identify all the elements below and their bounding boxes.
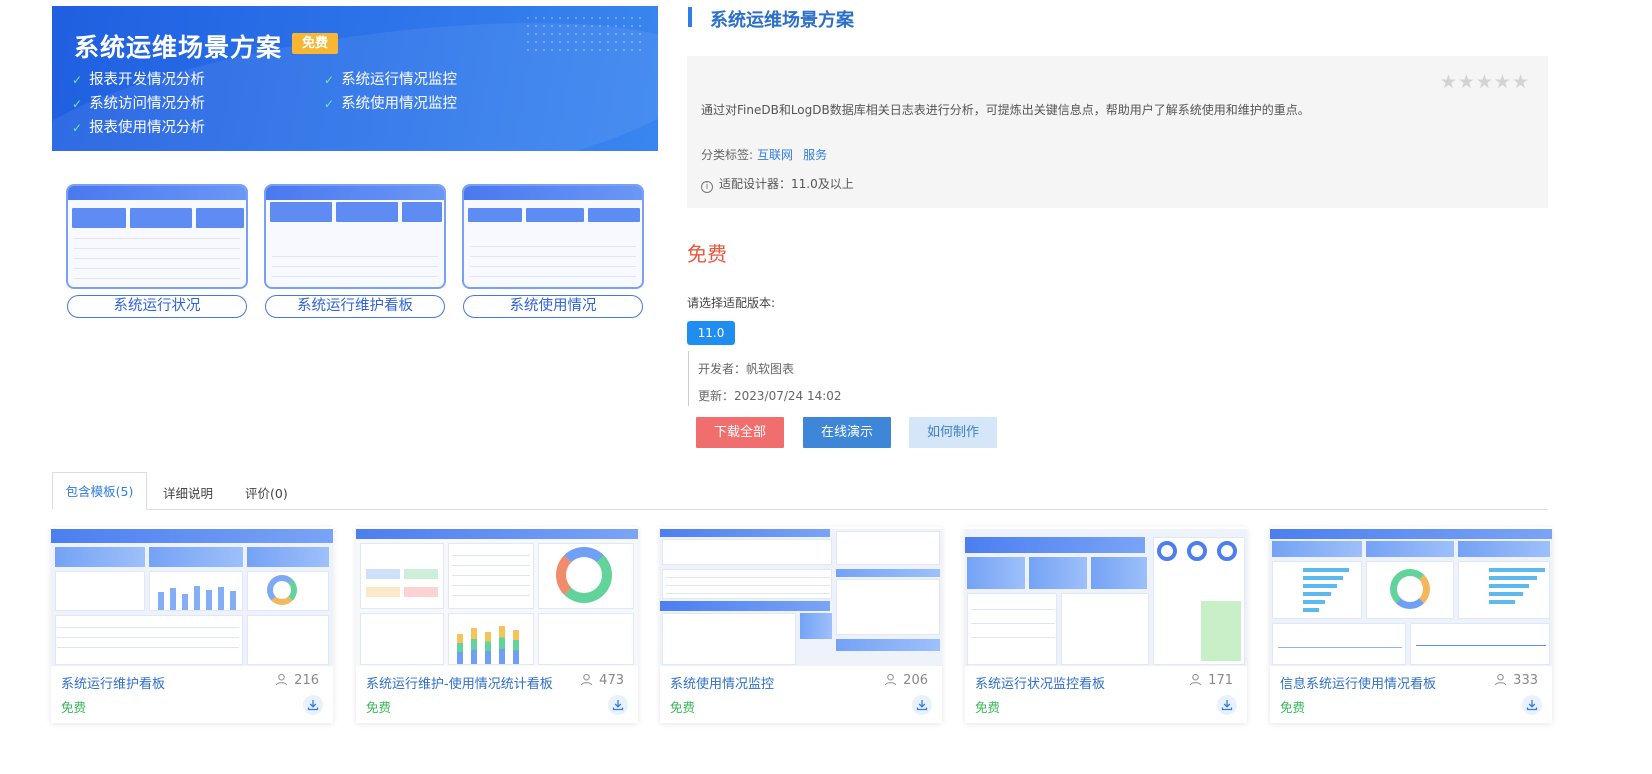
download-icon[interactable] bbox=[1522, 695, 1542, 715]
template-name[interactable]: 系统使用情况监控 bbox=[670, 673, 774, 692]
tab-reviews[interactable]: 评价(0) bbox=[245, 483, 288, 502]
compat-info: i 适配设计器：11.0及以上 bbox=[701, 175, 854, 193]
online-demo-button[interactable]: 在线演示 bbox=[803, 417, 891, 448]
hero-feature: ✓ 系统使用情况监控 bbox=[324, 96, 458, 112]
tags-label: 分类标签: bbox=[701, 148, 754, 162]
check-icon: ✓ bbox=[72, 121, 83, 135]
price: 免费 bbox=[687, 242, 727, 266]
template-price: 免费 bbox=[61, 700, 87, 715]
template-price: 免费 bbox=[1280, 700, 1306, 715]
preview-thumbnail-2[interactable] bbox=[264, 184, 446, 289]
update-time: 更新：2023/07/24 14:02 bbox=[698, 389, 842, 403]
info-icon: i bbox=[701, 181, 713, 193]
download-icon[interactable] bbox=[912, 695, 932, 715]
how-to-make-button[interactable]: 如何制作 bbox=[909, 417, 997, 448]
template-price: 免费 bbox=[975, 700, 1001, 715]
download-icon[interactable] bbox=[608, 695, 628, 715]
check-icon: ✓ bbox=[324, 97, 335, 111]
user-icon bbox=[1190, 673, 1202, 686]
template-card[interactable]: 系统运行维护-使用情况统计看板 473 免费 bbox=[356, 527, 638, 723]
compat-label: 适配设计器：11.0及以上 bbox=[719, 177, 854, 191]
preview-thumbnail-1[interactable] bbox=[66, 184, 248, 289]
template-thumbnail[interactable] bbox=[660, 529, 942, 666]
download-count: 206 bbox=[884, 673, 928, 688]
user-icon bbox=[885, 673, 897, 686]
version-option[interactable]: 11.0 bbox=[687, 321, 735, 345]
download-count: 171 bbox=[1189, 673, 1233, 688]
info-box: ★★★★★ 通过对FineDB和LogDB数据库相关日志表进行分析，可提炼出关键… bbox=[687, 56, 1548, 208]
version-label: 请选择适配版本: bbox=[687, 296, 776, 310]
template-card[interactable]: 系统运行状况监控看板 171 免费 bbox=[965, 527, 1247, 723]
hero-feature: ✓ 报表使用情况分析 bbox=[72, 120, 206, 136]
user-icon bbox=[1495, 673, 1507, 686]
check-icon: ✓ bbox=[72, 73, 83, 87]
preview-label-3[interactable]: 系统使用情况 bbox=[463, 295, 643, 318]
template-card[interactable]: 系统使用情况监控 206 免费 bbox=[660, 527, 942, 723]
preview-thumbnail-3[interactable] bbox=[462, 184, 644, 289]
tab-templates[interactable]: 包含模板(5) bbox=[52, 472, 147, 510]
download-count: 216 bbox=[275, 673, 319, 688]
preview-label-2[interactable]: 系统运行维护看板 bbox=[265, 295, 445, 318]
template-price: 免费 bbox=[366, 700, 392, 715]
template-name[interactable]: 系统运行状况监控看板 bbox=[975, 673, 1105, 692]
hero-title: 系统运维场景方案 bbox=[74, 33, 283, 62]
category-tags: 分类标签: 互联网 服务 bbox=[701, 146, 833, 163]
preview-label-1[interactable]: 系统运行状况 bbox=[67, 295, 247, 318]
hero-header: 系统运维场景方案 免费 ✓ 报表开发情况分析 ✓ 系统运行情况监控 ✓ 系统访问情况分… bbox=[52, 6, 658, 151]
page-title: 系统运维场景方案 bbox=[710, 10, 854, 31]
user-icon bbox=[581, 673, 593, 686]
template-name[interactable]: 信息系统运行使用情况看板 bbox=[1280, 673, 1436, 692]
template-thumbnail[interactable] bbox=[356, 529, 638, 666]
developer: 开发者：帆软图表 bbox=[698, 362, 795, 376]
hero-feature: ✓ 报表开发情况分析 bbox=[72, 72, 206, 88]
user-icon bbox=[276, 673, 288, 686]
hero-free-badge: 免费 bbox=[292, 33, 338, 54]
template-name[interactable]: 系统运行维护看板 bbox=[61, 673, 165, 692]
hero-banner: 系统运维场景方案 免费 ✓ 报表开发情况分析 ✓ 系统运行情况监控 ✓ 系统访问情况分… bbox=[52, 6, 658, 349]
template-price: 免费 bbox=[670, 700, 696, 715]
download-icon[interactable] bbox=[303, 695, 323, 715]
template-card[interactable]: 信息系统运行使用情况看板 333 免费 bbox=[1270, 527, 1552, 723]
template-thumbnail[interactable] bbox=[965, 529, 1247, 666]
description: 通过对FineDB和LogDB数据库相关日志表进行分析，可提炼出关键信息点，帮助… bbox=[701, 103, 1310, 117]
template-thumbnail[interactable] bbox=[1270, 529, 1552, 666]
meta-divider bbox=[688, 351, 689, 406]
title-accent-bar bbox=[688, 7, 692, 27]
download-icon[interactable] bbox=[1217, 695, 1237, 715]
hero-dots-decoration bbox=[524, 14, 644, 54]
hero-feature: ✓ 系统访问情况分析 bbox=[72, 96, 206, 112]
tab-details[interactable]: 详细说明 bbox=[163, 483, 213, 502]
template-thumbnail[interactable] bbox=[51, 529, 333, 666]
hero-feature: ✓ 系统运行情况监控 bbox=[324, 72, 458, 88]
template-name[interactable]: 系统运行维护-使用情况统计看板 bbox=[366, 673, 553, 692]
tag-link[interactable]: 互联网 bbox=[757, 148, 793, 162]
template-card[interactable]: 系统运行维护看板 216 免费 bbox=[51, 527, 333, 723]
star-icon[interactable]: ★★★★★ bbox=[1440, 71, 1530, 93]
download-count: 473 bbox=[580, 673, 624, 688]
check-icon: ✓ bbox=[72, 97, 83, 111]
tag-link[interactable]: 服务 bbox=[803, 148, 827, 162]
tabs-divider bbox=[52, 509, 1548, 510]
download-count: 333 bbox=[1494, 673, 1538, 688]
check-icon: ✓ bbox=[324, 73, 335, 87]
download-all-button[interactable]: 下载全部 bbox=[696, 417, 784, 448]
